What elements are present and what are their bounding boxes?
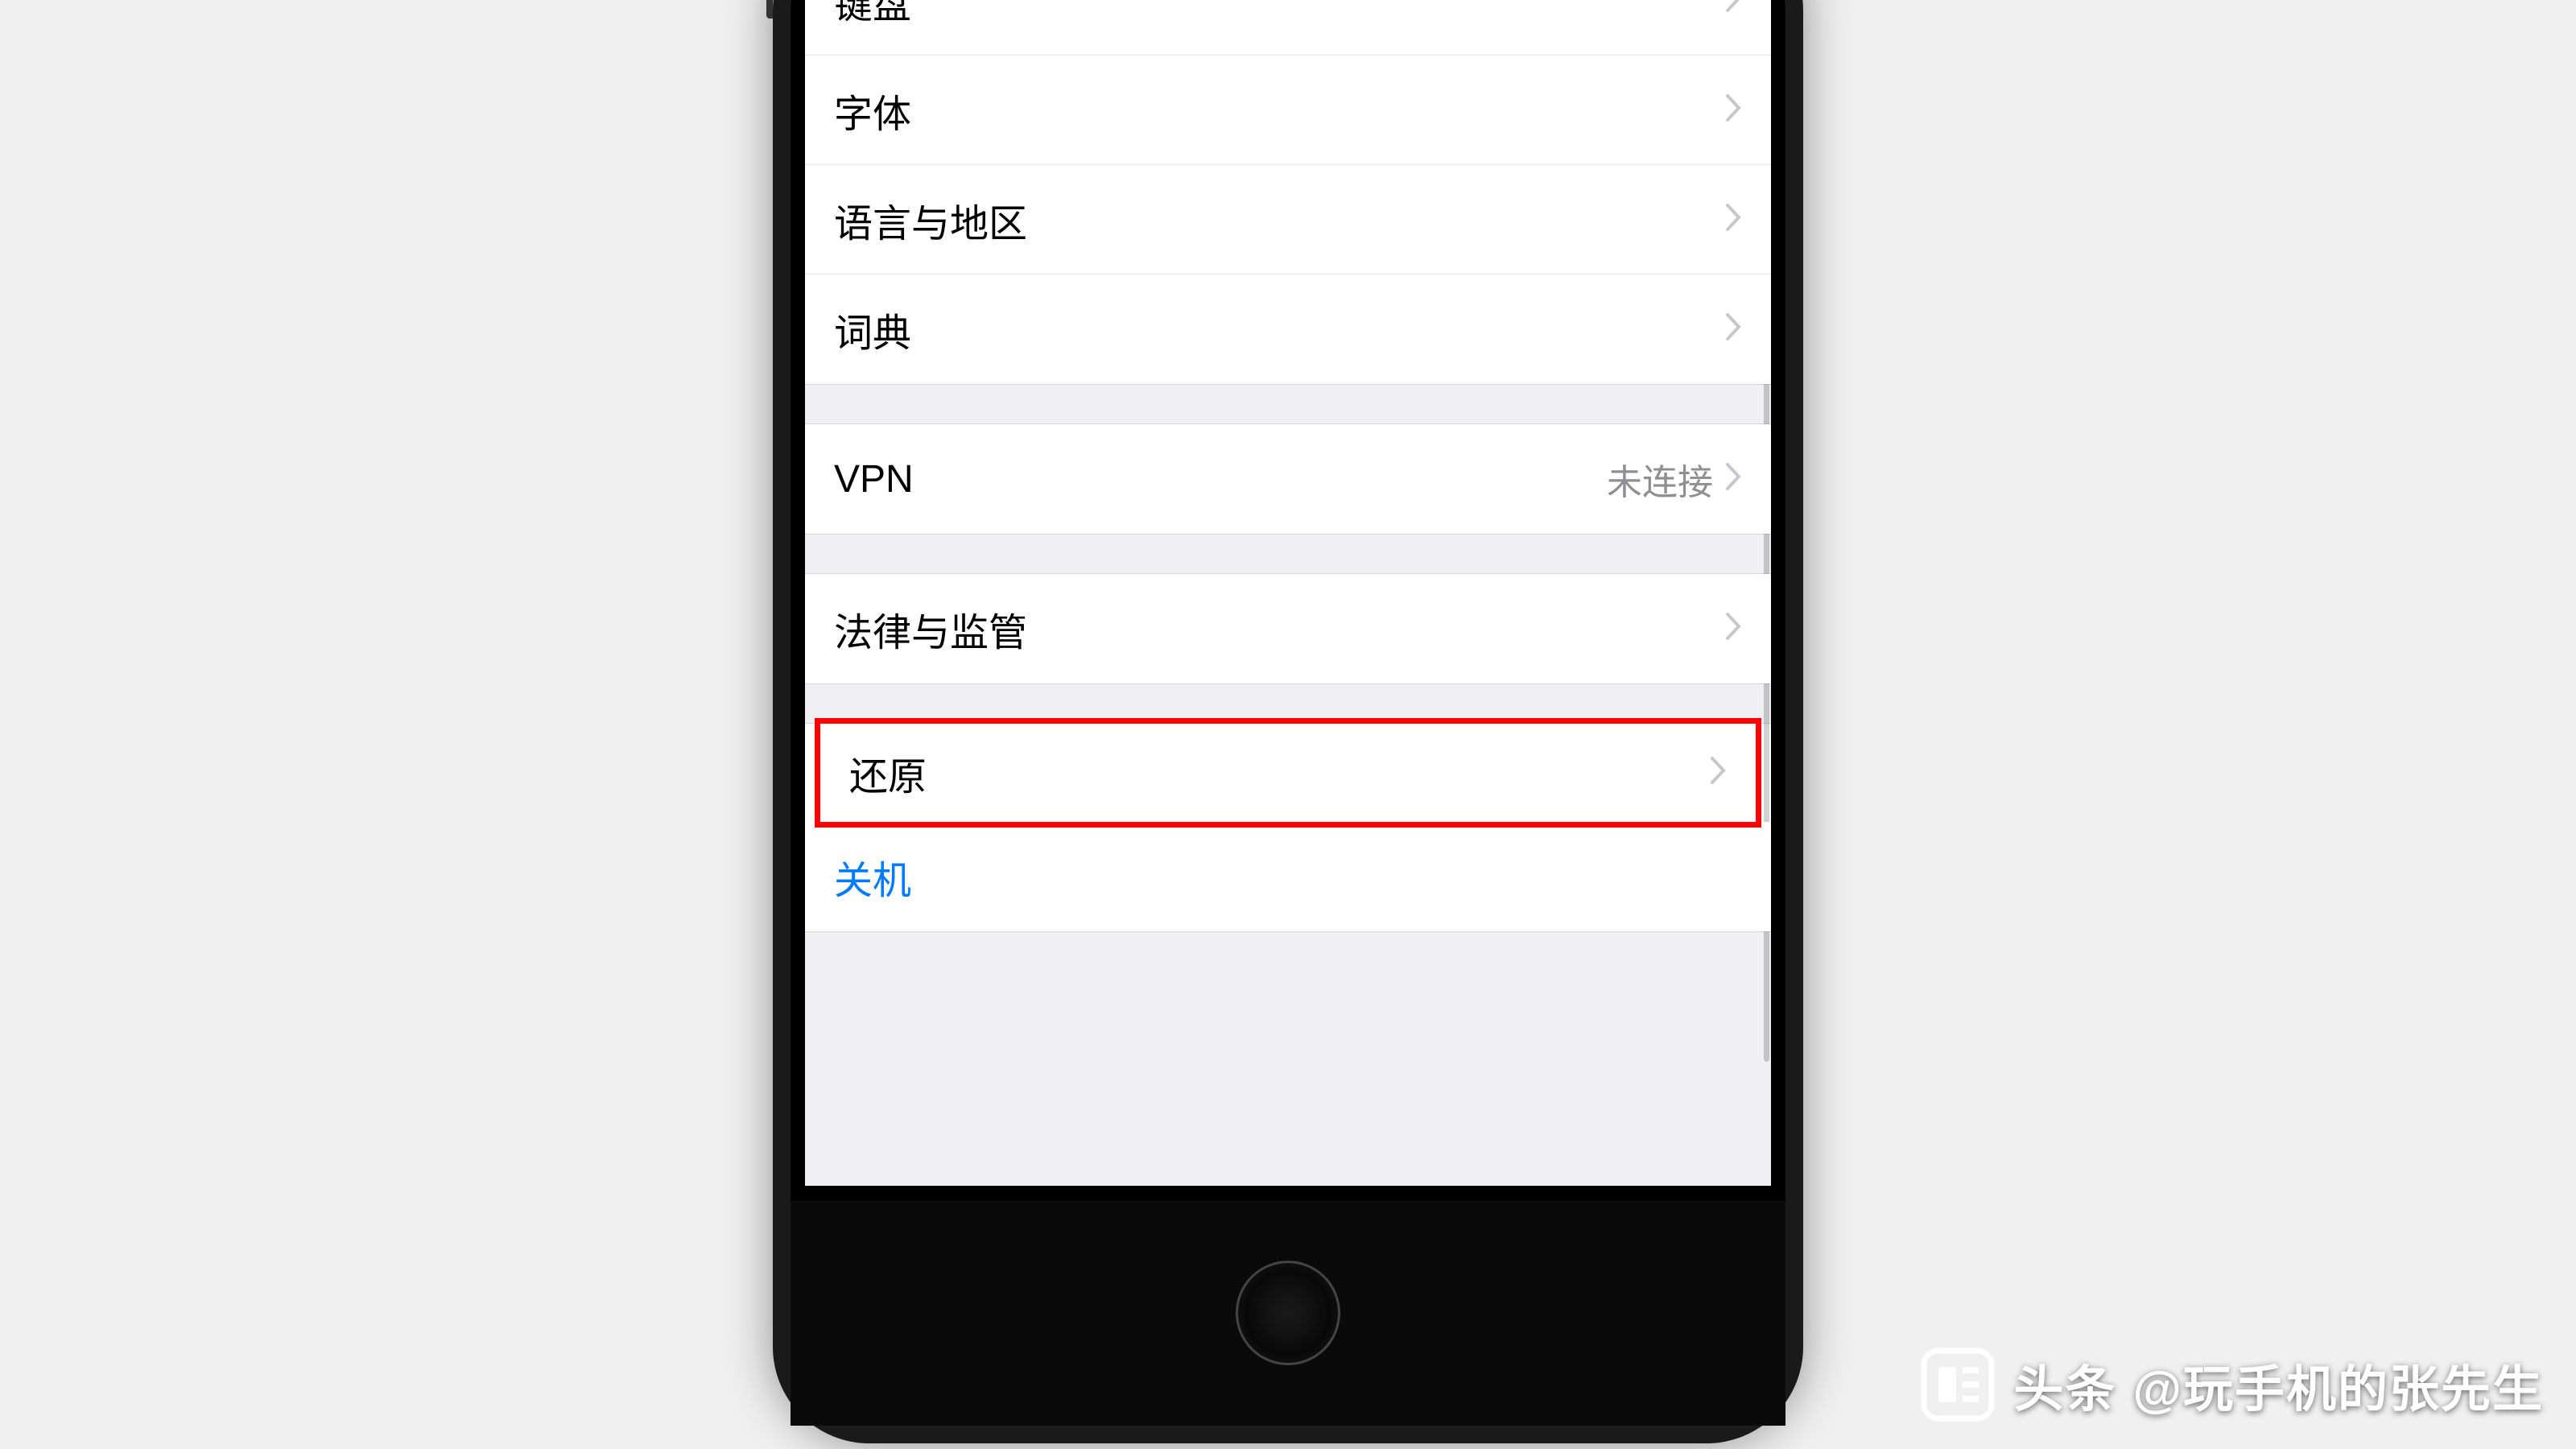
- row-fonts[interactable]: 字体: [805, 56, 1771, 165]
- chevron-right-icon: [1726, 200, 1742, 240]
- label-dictionary: 词典: [834, 301, 1726, 357]
- label-shutdown: 关机: [834, 848, 911, 905]
- chevron-right-icon: [1726, 309, 1742, 349]
- row-keyboard[interactable]: 键盘: [805, 0, 1771, 56]
- settings-list: 键盘 字体 语言与地区: [805, 0, 1771, 932]
- home-button[interactable]: [1236, 1261, 1340, 1365]
- chevron-right-icon: [1726, 609, 1742, 649]
- label-language-region: 语言与地区: [834, 192, 1726, 248]
- side-button: [766, 0, 773, 19]
- chevron-right-icon: [1711, 753, 1727, 793]
- toutiao-logo-icon: [1918, 1344, 1998, 1425]
- value-vpn-status: 未连接: [1607, 453, 1713, 505]
- chevron-right-icon: [1726, 0, 1742, 21]
- phone-inner: 键盘 字体 语言与地区: [791, 0, 1785, 1426]
- phone-frame: 键盘 字体 语言与地区: [773, 0, 1803, 1443]
- label-keyboard: 键盘: [834, 0, 1726, 29]
- label-vpn: VPN: [834, 457, 1607, 502]
- row-reset[interactable]: 还原: [815, 718, 1761, 828]
- label-reset: 还原: [849, 745, 1711, 801]
- watermark-brand: 头条: [2014, 1348, 2117, 1421]
- label-fonts: 字体: [834, 82, 1726, 138]
- section-vpn: VPN 未连接: [805, 423, 1771, 535]
- row-dictionary[interactable]: 词典: [805, 275, 1771, 384]
- chevron-right-icon: [1726, 459, 1742, 499]
- row-vpn[interactable]: VPN 未连接: [805, 424, 1771, 534]
- screen: 键盘 字体 语言与地区: [805, 0, 1771, 1186]
- watermark: 头条 @玩手机的张先生: [1918, 1344, 2544, 1425]
- label-legal: 法律与监管: [834, 601, 1726, 657]
- section-input: 键盘 字体 语言与地区: [805, 0, 1771, 385]
- home-area: [791, 1200, 1785, 1426]
- chevron-right-icon: [1726, 90, 1742, 130]
- row-legal[interactable]: 法律与监管: [805, 574, 1771, 683]
- row-shutdown[interactable]: 关机: [805, 822, 1771, 931]
- section-legal: 法律与监管: [805, 573, 1771, 684]
- section-reset: 还原 关机: [805, 723, 1771, 932]
- watermark-author: @玩手机的张先生: [2133, 1348, 2544, 1421]
- row-language-region[interactable]: 语言与地区: [805, 165, 1771, 275]
